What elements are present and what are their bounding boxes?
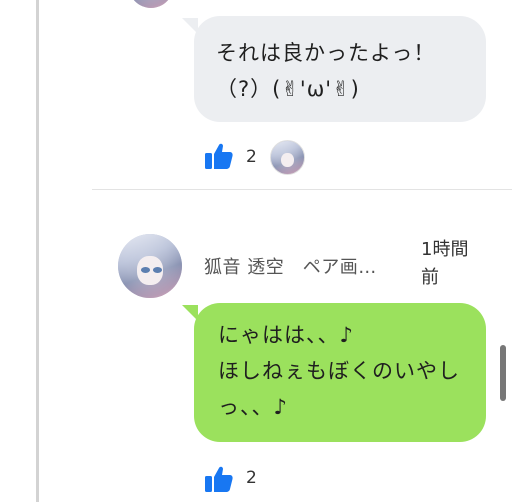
comment-message-bubble[interactable]: にゃはは、、♪ ほしねぇもぼくのいやし っ、、♪ <box>194 303 486 442</box>
thumbs-up-icon[interactable] <box>205 466 233 492</box>
thread-rule <box>36 0 39 502</box>
like-count: 2 <box>246 147 257 167</box>
previous-message-bubble[interactable]: それは良かったよっ！ （?）(✌︎'ω'✌︎) <box>194 16 486 122</box>
message-line: っ、、♪ <box>218 395 288 419</box>
thumbs-up-icon[interactable] <box>205 143 233 169</box>
user-avatar[interactable] <box>118 234 182 298</box>
message-line: それは良かったよっ！ <box>216 41 436 65</box>
reactor-avatar[interactable] <box>270 140 305 175</box>
chat-thread: それは良かったよっ！ （?）(✌︎'ω'✌︎) 2 狐音 透空 ペア画… 1時間… <box>0 0 512 502</box>
message-line: ほしねぇもぼくのいやし <box>218 359 460 383</box>
previous-sender-avatar[interactable] <box>128 0 174 8</box>
username[interactable]: 狐音 透空 ペア画… <box>204 253 377 279</box>
scrollbar-thumb[interactable] <box>500 345 506 401</box>
message-line: にゃはは、、♪ <box>218 323 354 347</box>
like-count: 2 <box>246 468 257 488</box>
message-line: （?）(✌︎'ω'✌︎) <box>216 77 360 101</box>
comment-divider <box>92 189 512 190</box>
timestamp: 1時間前 <box>421 239 469 288</box>
